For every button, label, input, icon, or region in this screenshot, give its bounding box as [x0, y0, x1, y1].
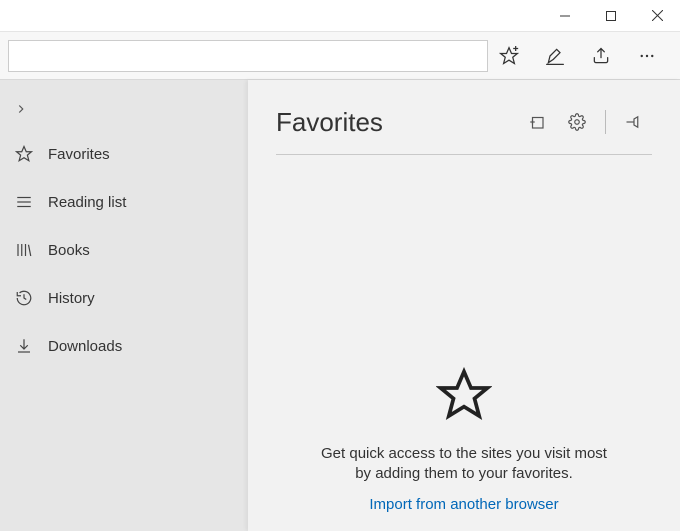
hub-sidebar: Favorites Reading list Books History Dow [0, 80, 248, 531]
browser-toolbar [0, 32, 680, 80]
sidebar-item-label: Books [48, 242, 90, 259]
add-favorite-icon[interactable] [488, 36, 530, 76]
sidebar-item-label: Downloads [48, 338, 122, 355]
sidebar-item-history[interactable]: History [0, 274, 248, 322]
share-icon[interactable] [580, 36, 622, 76]
close-button[interactable] [634, 0, 680, 32]
sidebar-back-button[interactable] [0, 88, 248, 130]
add-folder-icon[interactable] [519, 104, 555, 140]
more-icon[interactable] [626, 36, 668, 76]
reading-list-icon [14, 193, 34, 211]
favorites-empty-state: Get quick access to the sites you visit … [276, 165, 652, 531]
sidebar-item-books[interactable]: Books [0, 226, 248, 274]
favorites-panel: Favorites Get quick access to the sites … [248, 80, 680, 531]
panel-title: Favorites [276, 107, 383, 138]
web-note-icon[interactable] [534, 36, 576, 76]
sidebar-item-downloads[interactable]: Downloads [0, 322, 248, 370]
address-bar[interactable] [8, 40, 488, 72]
star-outline-icon [436, 367, 492, 426]
books-icon [14, 241, 34, 259]
downloads-icon [14, 337, 34, 355]
panel-actions [519, 104, 652, 140]
empty-state-message: Get quick access to the sites you visit … [312, 444, 616, 485]
star-icon [14, 145, 34, 163]
window-titlebar [0, 0, 680, 32]
sidebar-item-label: History [48, 290, 95, 307]
sidebar-item-label: Reading list [48, 194, 126, 211]
sidebar-item-reading-list[interactable]: Reading list [0, 178, 248, 226]
maximize-button[interactable] [588, 0, 634, 32]
pin-icon[interactable] [616, 104, 652, 140]
settings-icon[interactable] [559, 104, 595, 140]
toolbar-actions [488, 36, 672, 76]
divider [605, 110, 606, 134]
history-icon [14, 289, 34, 307]
panel-header: Favorites [276, 104, 652, 140]
import-from-browser-link[interactable]: Import from another browser [369, 496, 558, 513]
sidebar-item-favorites[interactable]: Favorites [0, 130, 248, 178]
sidebar-item-label: Favorites [48, 146, 110, 163]
content-area: Favorites Reading list Books History Dow [0, 80, 680, 531]
divider [276, 154, 652, 155]
minimize-button[interactable] [542, 0, 588, 32]
